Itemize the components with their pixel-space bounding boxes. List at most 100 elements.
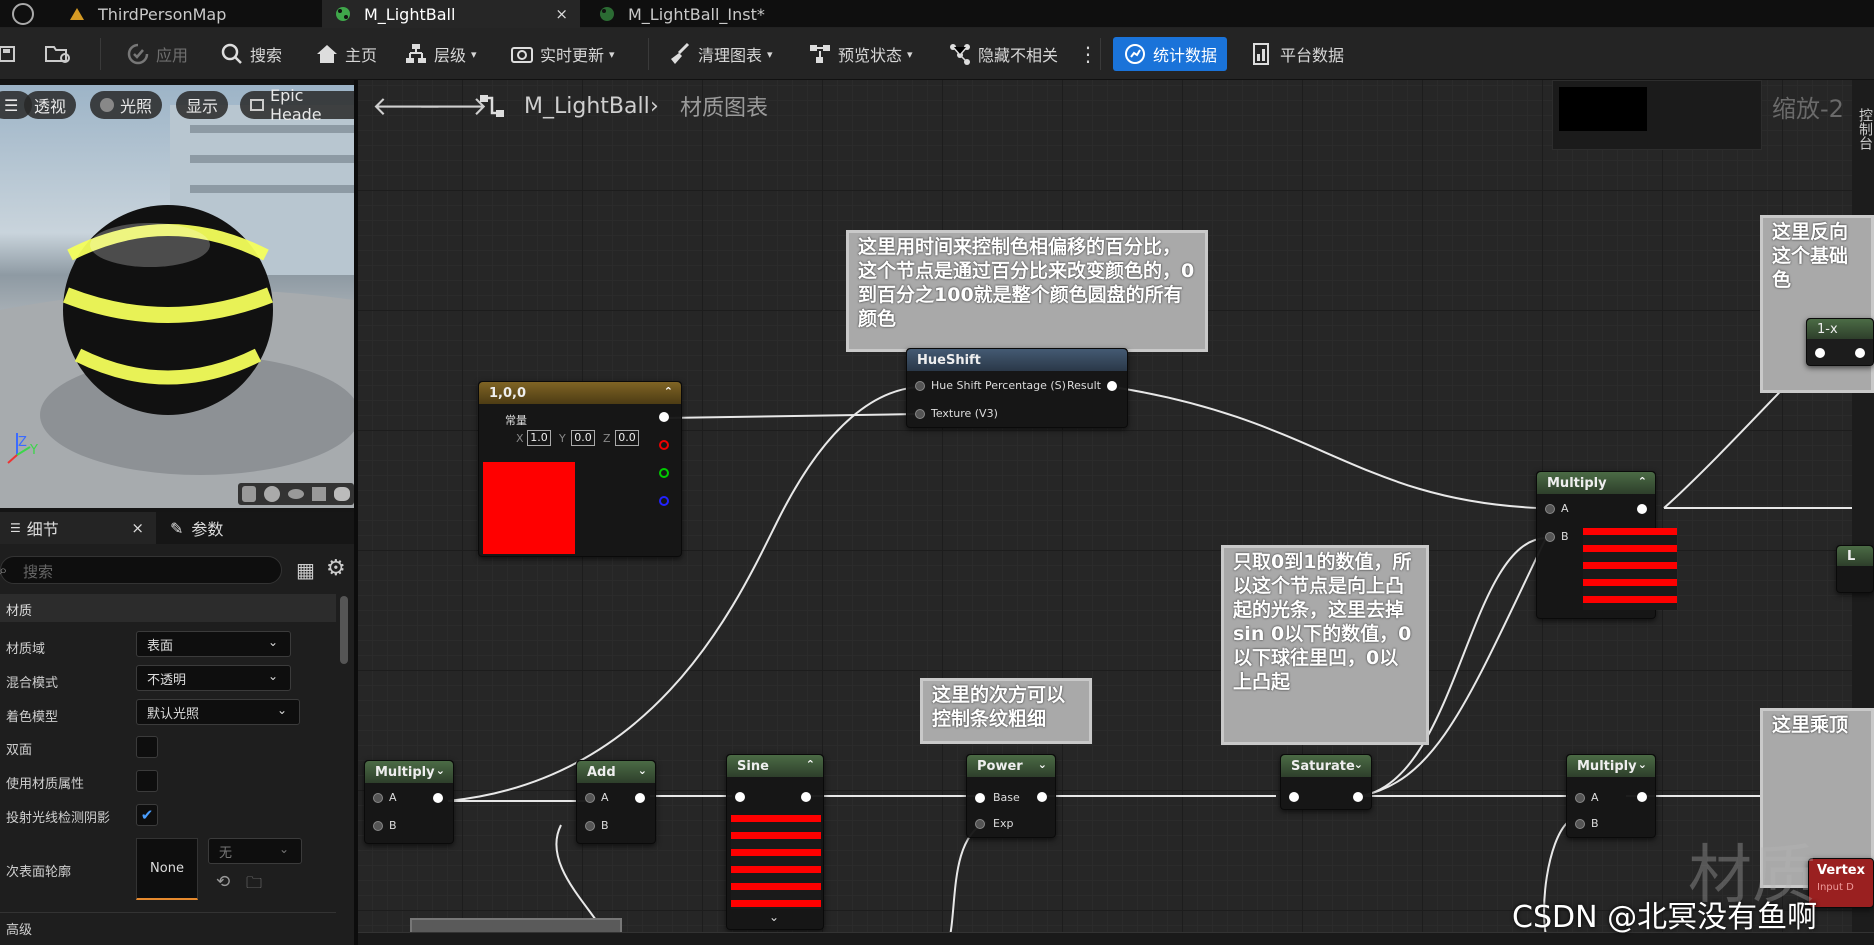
- breadcrumb-root[interactable]: M_LightBall: [524, 80, 650, 132]
- base-pin[interactable]: Base: [975, 791, 1020, 804]
- epic-headers-button[interactable]: Epic Heade: [240, 86, 354, 124]
- result-pin[interactable]: Result: [1067, 379, 1117, 392]
- output-pin[interactable]: [433, 793, 443, 803]
- comment-saturate[interactable]: 只取0到1的数值，所以这个节点是向上凸起的光条，这里去掉sin 0以下的数值，0…: [1221, 545, 1429, 745]
- input-b-pin[interactable]: B: [585, 819, 609, 832]
- x-value-field[interactable]: 1.0: [527, 430, 551, 446]
- chevron-down-icon[interactable]: ⌄: [638, 764, 647, 777]
- saturate-node[interactable]: Saturate ⌄: [1280, 754, 1372, 810]
- input-pin[interactable]: [1289, 792, 1299, 802]
- scrollbar-thumb[interactable]: [340, 596, 348, 664]
- cast-raytraced-shadows-checkbox[interactable]: ✔: [136, 804, 158, 826]
- comment-power[interactable]: 这里的次方可以控制条纹粗细: [920, 678, 1092, 744]
- power-node[interactable]: Power ⌄ Base Exp: [966, 754, 1056, 838]
- details-search-input[interactable]: ⌕ 搜索: [0, 556, 282, 584]
- output-pin[interactable]: [635, 793, 645, 803]
- preview-state-dropdown[interactable]: 预览状态 ▾: [808, 28, 913, 80]
- y-value-field[interactable]: 0.0: [571, 430, 595, 446]
- vertex-node[interactable]: Vertex Input D: [1808, 858, 1874, 908]
- hueshift-node[interactable]: HueShift Hue Shift Percentage (S) Textur…: [906, 348, 1128, 428]
- output-pin[interactable]: [1637, 792, 1647, 802]
- multiply-node-color[interactable]: Multiply ⌃ A B: [1536, 471, 1677, 619]
- advanced-section-label[interactable]: 高级: [6, 919, 32, 938]
- cylinder-icon[interactable]: [242, 486, 256, 502]
- output-pin[interactable]: [1855, 348, 1865, 358]
- hide-unrelated-button[interactable]: 隐藏不相关: [948, 28, 1058, 80]
- collapse-icon[interactable]: ⌃: [1638, 475, 1647, 488]
- more-options-icon[interactable]: ⋮: [1078, 28, 1098, 80]
- tab-thirdpersonmap[interactable]: ThirdPersonMap: [56, 0, 318, 28]
- two-sided-checkbox[interactable]: [136, 736, 158, 758]
- input-pin[interactable]: [735, 792, 745, 802]
- material-domain-dropdown[interactable]: 表面 ⌄: [136, 631, 291, 657]
- input-a-pin[interactable]: A: [1575, 791, 1599, 804]
- save-button[interactable]: [0, 28, 24, 80]
- collapse-icon[interactable]: ⌃: [806, 758, 815, 771]
- side-console-label[interactable]: 控制台: [1855, 108, 1874, 150]
- tab-details[interactable]: ☰ 细节 ×: [0, 512, 156, 544]
- preview-viewport[interactable]: Z Y ☰ 透视 光照 显示 Epic Heade: [0, 85, 354, 508]
- table-view-icon[interactable]: ▦: [296, 558, 315, 582]
- sphere-icon[interactable]: [264, 486, 280, 502]
- subsurface-asset-dropdown[interactable]: 无 ⌄: [208, 838, 302, 864]
- material-graph[interactable]: 🡐 🡒 M_LightBall › 材质图表 缩放-2 控制台 这里用时间来控制…: [358, 80, 1874, 945]
- platform-stats-button[interactable]: 平台数据: [1252, 28, 1344, 80]
- cube-icon[interactable]: [312, 487, 326, 501]
- exp-pin[interactable]: Exp: [975, 817, 1013, 830]
- input-b-pin[interactable]: B: [1545, 530, 1569, 543]
- chevron-down-icon[interactable]: ⌄: [769, 910, 779, 924]
- plane-icon[interactable]: [288, 489, 304, 499]
- multiply-node-time[interactable]: Multiply ⌄ A B: [364, 760, 454, 844]
- gear-icon[interactable]: ⚙: [326, 556, 346, 581]
- output-pin-white[interactable]: [659, 412, 669, 422]
- browse-folder-icon[interactable]: 🗀: [246, 872, 262, 899]
- output-pin[interactable]: [1037, 792, 1047, 802]
- z-value-field[interactable]: 0.0: [615, 430, 639, 446]
- add-node[interactable]: Add ⌄ A B: [576, 760, 656, 844]
- input-b-pin[interactable]: B: [373, 819, 397, 832]
- input-a-pin[interactable]: A: [1545, 502, 1569, 515]
- input-a-pin[interactable]: A: [373, 791, 397, 804]
- collapse-icon[interactable]: ⌃: [664, 385, 673, 398]
- tab-m-lightball-inst[interactable]: M_LightBall_Inst*: [586, 0, 846, 28]
- tab-m-lightball[interactable]: M_LightBall ×: [322, 0, 580, 28]
- shading-model-dropdown[interactable]: 默认光照 ⌄: [136, 699, 300, 725]
- lerp-node[interactable]: L: [1836, 545, 1874, 593]
- reset-arrow-icon[interactable]: ⟲: [216, 872, 230, 892]
- output-pin[interactable]: [1637, 504, 1647, 514]
- output-pin-red[interactable]: [659, 440, 669, 450]
- chevron-down-icon[interactable]: ⌄: [1354, 758, 1363, 771]
- clean-graph-dropdown[interactable]: 清理图表 ▾: [668, 28, 773, 80]
- search-button[interactable]: 搜索: [220, 28, 282, 80]
- comment-reverse[interactable]: 这里反向这个基础色: [1760, 215, 1874, 393]
- blend-mode-dropdown[interactable]: 不透明 ⌄: [136, 665, 291, 691]
- chevron-down-icon[interactable]: ⌄: [1638, 758, 1647, 771]
- comment-hueshift[interactable]: 这里用时间来控制色相偏移的百分比，这个节点是通过百分比来改变颜色的，0到百分之1…: [846, 230, 1208, 352]
- unreal-logo[interactable]: [0, 0, 44, 28]
- input-a-pin[interactable]: A: [585, 791, 609, 804]
- subsurface-thumbnail[interactable]: None: [136, 838, 198, 900]
- chevron-down-icon[interactable]: ⌄: [1038, 758, 1047, 771]
- input-pin[interactable]: [1815, 348, 1825, 358]
- sine-node[interactable]: Sine ⌃ ⌄: [726, 754, 824, 930]
- output-pin[interactable]: [801, 792, 811, 802]
- output-pin-blue[interactable]: [659, 496, 669, 506]
- use-material-attributes-checkbox[interactable]: [136, 770, 158, 792]
- chevron-down-icon[interactable]: ⌄: [436, 764, 445, 777]
- output-pin-green[interactable]: [659, 468, 669, 478]
- close-tab-icon[interactable]: ×: [555, 5, 568, 23]
- home-button[interactable]: 主页: [315, 28, 377, 80]
- material-section-header[interactable]: 材质: [0, 594, 336, 622]
- lighting-button[interactable]: 光照: [90, 91, 163, 119]
- constant3vector-node[interactable]: 1,0,0 ⌃ 常量 X 1.0 Y 0.0 Z 0.0: [478, 381, 682, 557]
- one-minus-node[interactable]: 1-x: [1806, 318, 1874, 366]
- texture-pin[interactable]: Texture (V3): [915, 407, 998, 420]
- tab-params[interactable]: ✎ 参数: [170, 512, 223, 544]
- teapot-icon[interactable]: [334, 487, 350, 501]
- close-tab-icon[interactable]: ×: [131, 519, 144, 537]
- live-update-dropdown[interactable]: 实时更新 ▾: [510, 28, 615, 80]
- output-pin[interactable]: [1353, 792, 1363, 802]
- multiply-node-right[interactable]: Multiply ⌄ A B: [1566, 754, 1656, 838]
- browse-button[interactable]: [44, 28, 80, 80]
- input-b-pin[interactable]: B: [1575, 817, 1599, 830]
